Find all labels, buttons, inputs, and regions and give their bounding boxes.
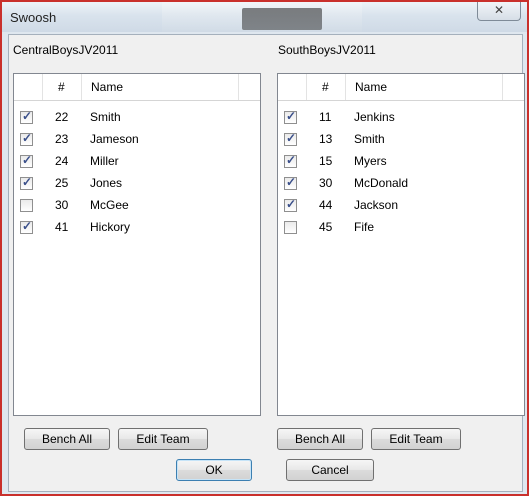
column-header-name[interactable]: Name xyxy=(355,80,387,94)
roster-row[interactable]: 11 Jenkins xyxy=(278,107,524,129)
player-number: 25 xyxy=(55,176,69,190)
roster-row[interactable]: 44 Jackson xyxy=(278,195,524,217)
right-roster-list[interactable]: # Name 11 Jenkins 13 Smith 15 Myers 30 McDonald… xyxy=(277,73,525,416)
title-bar[interactable]: Swoosh ✕ xyxy=(2,2,527,32)
player-active-checkbox[interactable] xyxy=(284,131,297,146)
roster-row[interactable]: 41 Hickory xyxy=(14,217,260,239)
player-active-checkbox[interactable] xyxy=(284,221,297,234)
roster-row[interactable]: 22 Smith xyxy=(14,107,260,129)
roster-row[interactable]: 23 Jameson xyxy=(14,129,260,151)
roster-row[interactable]: 30 McDonald xyxy=(278,173,524,195)
player-number: 22 xyxy=(55,110,69,124)
player-number: 13 xyxy=(319,132,333,146)
window-title: Swoosh xyxy=(10,10,57,25)
left-roster-header: # Name xyxy=(14,74,260,101)
roster-row[interactable]: 15 Myers xyxy=(278,151,524,173)
player-name: McDonald xyxy=(354,176,409,190)
player-number: 30 xyxy=(319,176,333,190)
player-name: Jameson xyxy=(90,132,139,146)
left-roster-list[interactable]: # Name 22 Smith 23 Jameson 24 Miller 25 Jones 30… xyxy=(13,73,261,416)
player-number: 30 xyxy=(55,198,69,212)
player-name: Jones xyxy=(90,176,123,190)
dialog-window: Swoosh ✕ CentralBoysJV2011 SouthBoysJV20… xyxy=(0,0,529,496)
player-active-checkbox[interactable] xyxy=(20,131,33,146)
column-header-name[interactable]: Name xyxy=(91,80,123,94)
column-separator xyxy=(81,74,82,100)
roster-row[interactable]: 24 Miller xyxy=(14,151,260,173)
left-bench-all-button[interactable]: Bench All xyxy=(24,428,110,450)
roster-row[interactable]: 13 Smith xyxy=(278,129,524,151)
ok-button[interactable]: OK xyxy=(176,459,252,481)
right-roster-rows: 11 Jenkins 13 Smith 15 Myers 30 McDonald 44 Jacks… xyxy=(278,107,524,239)
player-active-checkbox[interactable] xyxy=(284,153,297,168)
roster-row[interactable]: 30 McGee xyxy=(14,195,260,217)
player-number: 44 xyxy=(319,198,333,212)
player-active-checkbox[interactable] xyxy=(20,153,33,168)
column-separator xyxy=(502,74,503,100)
player-number: 11 xyxy=(319,110,332,124)
player-name: Myers xyxy=(354,154,387,168)
right-bench-all-button[interactable]: Bench All xyxy=(277,428,363,450)
left-team-name: CentralBoysJV2011 xyxy=(13,43,119,57)
column-separator xyxy=(306,74,307,100)
roster-row[interactable]: 25 Jones xyxy=(14,173,260,195)
player-active-checkbox[interactable] xyxy=(20,109,33,124)
left-edit-team-button[interactable]: Edit Team xyxy=(118,428,208,450)
player-name: Hickory xyxy=(90,220,131,234)
column-separator xyxy=(345,74,346,100)
close-icon[interactable]: ✕ xyxy=(477,2,521,21)
right-roster-header: # Name xyxy=(278,74,524,101)
right-team-name: SouthBoysJV2011 xyxy=(278,43,376,57)
left-roster-rows: 22 Smith 23 Jameson 24 Miller 25 Jones 30 McGee 41… xyxy=(14,107,260,239)
player-active-checkbox[interactable] xyxy=(284,175,297,190)
player-name: Fife xyxy=(354,220,375,234)
player-active-checkbox[interactable] xyxy=(284,197,297,212)
player-name: Jackson xyxy=(354,198,399,212)
player-active-checkbox[interactable] xyxy=(284,109,297,124)
titlebar-background-window xyxy=(242,8,322,30)
player-number: 45 xyxy=(319,220,333,234)
cancel-button[interactable]: Cancel xyxy=(286,459,374,481)
column-separator xyxy=(42,74,43,100)
player-name: McGee xyxy=(90,198,129,212)
player-active-checkbox[interactable] xyxy=(20,175,33,190)
column-header-number[interactable]: # xyxy=(58,80,65,94)
dialog-client-area: CentralBoysJV2011 SouthBoysJV2011 # Name… xyxy=(8,34,525,492)
player-name: Jenkins xyxy=(354,110,395,124)
player-name: Smith xyxy=(354,132,385,146)
player-name: Miller xyxy=(90,154,119,168)
player-number: 41 xyxy=(55,220,69,234)
column-separator xyxy=(238,74,239,100)
player-number: 24 xyxy=(55,154,69,168)
roster-row[interactable]: 45 Fife xyxy=(278,217,524,239)
player-number: 15 xyxy=(319,154,333,168)
right-edit-team-button[interactable]: Edit Team xyxy=(371,428,461,450)
player-active-checkbox[interactable] xyxy=(20,219,33,234)
player-name: Smith xyxy=(90,110,121,124)
column-header-number[interactable]: # xyxy=(322,80,329,94)
player-number: 23 xyxy=(55,132,69,146)
player-active-checkbox[interactable] xyxy=(20,199,33,212)
